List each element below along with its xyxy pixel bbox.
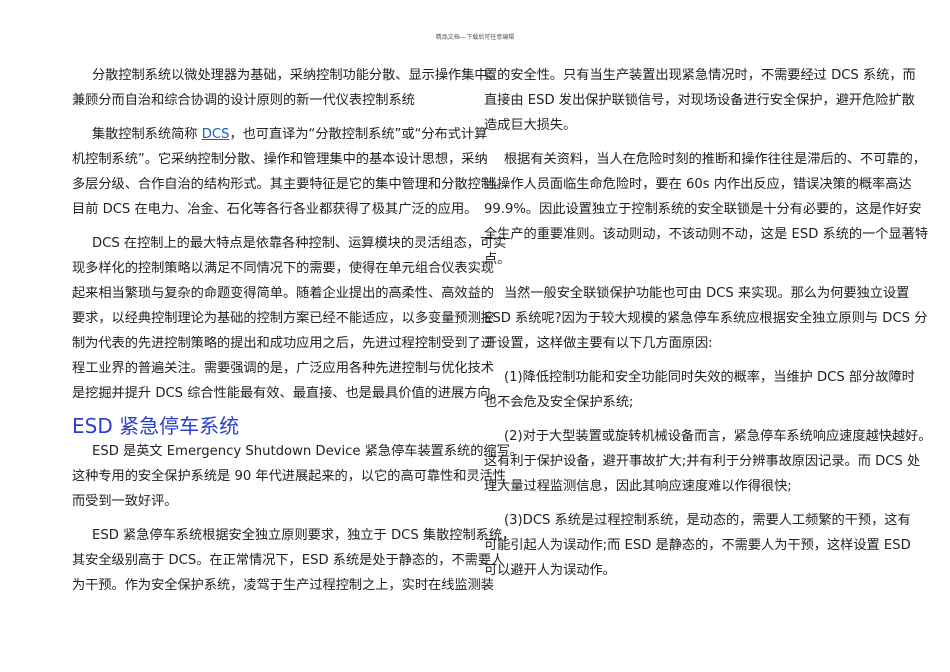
text-line: 程工业界的普遍关注。需要强调的是，广泛应用各种先进控制与优化技术 (72, 361, 494, 376)
text-line: ESD 紧急停车系统根据安全独立原则要求，独立于 DCS 集散控制系统， (92, 528, 516, 543)
text-line: ESD 系统呢?因为于较大规模的紧急停车系统应根据安全独立原则与 DCS 分 (484, 311, 928, 326)
paragraph: DCS 在控制上的最大特点是依靠各种控制、运算模块的灵活组态，可实现多样化的控制… (72, 231, 507, 406)
text-line: 当操作人员面临生命危险时，要在 60s 内作出反应，错误决策的概率高达 (484, 177, 912, 192)
page-header: 精品文档---下载后可任意编辑 (435, 34, 515, 41)
text-line: 要求，以经典控制理论为基础的控制方案已经不能适应，以多变量预测控 (72, 311, 494, 326)
dcs-link[interactable]: DCS (202, 127, 230, 142)
paragraph: 集散控制系统简称 DCS，也可直译为“分散控制系统”或“分布式计算 机控制系统”… (72, 122, 508, 222)
paragraph: (1)降低控制功能和安全功能同时失效的概率，当维护 DCS 部分故障时也不会危及… (484, 365, 915, 415)
text-line: 兼顾分而自治和综合协调的设计原则的新一代仪表控制系统 (72, 93, 415, 108)
text-line: 多层分级、合作自治的结构形式。其主要特征是它的集中管理和分散控制。 (72, 177, 508, 192)
paragraph: (2)对于大型装置或旋转机械设备而言，紧急停车系统响应速度越快越好。这有利于保护… (484, 424, 932, 499)
section-heading: ESD 紧急停车系统 (72, 414, 240, 438)
text-line: 目前 DCS 在电力、冶金、石化等各行各业都获得了极其广泛的应用。 (72, 202, 478, 217)
text-line: 也不会危及安全保护系统; (484, 395, 634, 410)
text-line: (2)对于大型装置或旋转机械设备而言，紧急停车系统响应速度越快越好。 (504, 429, 932, 444)
left-column: 分散控制系统以微处理器为基础，采纳控制功能分散、显示操作集中、兼顾分而自治和综合… (72, 63, 523, 607)
text-line: 可能引起人为误动作;而 ESD 是静态的，不需要人为干预，这样设置 ESD (484, 538, 911, 553)
text-line: 分散控制系统以微处理器为基础，采纳控制功能分散、显示操作集中、 (92, 68, 501, 83)
paragraph: ESD 紧急停车系统根据安全独立原则要求，独立于 DCS 集散控制系统， 其安全级… (72, 523, 516, 598)
text-line: 直接由 ESD 发出保护联锁信号，对现场设备进行安全保护，避开危险扩散 (484, 93, 915, 108)
text-line: 这种专用的安全保护系统是 90 年代进展起来的，以它的高可靠性和灵活性 (72, 469, 506, 484)
paragraph: 当然一般安全联锁保护功能也可由 DCS 来实现。那么为何要独立设置 ESD 系统呢… (484, 281, 928, 356)
text-line: 而受到一致好评。 (72, 494, 178, 509)
right-column: 置的安全性。只有当生产装置出现紧急情况时，不需要经过 DCS 系统，而 直接由 E… (484, 63, 932, 592)
text-line: DCS 在控制上的最大特点是依靠各种控制、运算模块的灵活组态，可实 (92, 236, 507, 251)
text-segment: ，也可直译为“分散控制系统”或“分布式计算 (229, 127, 488, 142)
text-line: 制为代表的先进控制策略的提出和成功应用之后，先进过程控制受到了过 (72, 336, 494, 351)
paragraph: (3)DCS 系统是过程控制系统，是动态的，需要人工频繁的干预，这有可能引起人为… (484, 508, 911, 583)
text-line: 现多样化的控制策略以满足不同情况下的需要，使得在单元组合仪表实现 (72, 261, 494, 276)
text-line: 根据有关资料，当人在危险时刻的推断和操作往往是滞后的、不可靠的， (504, 152, 926, 167)
text-line: (3)DCS 系统是过程控制系统，是动态的，需要人工频繁的干预，这有 (504, 513, 911, 528)
text-line: 99.9%。因此设置独立于控制系统的安全联锁是十分有必要的，这是作好安 (484, 202, 922, 217)
text-line: 可以避开人为误动作。 (484, 563, 616, 578)
text-line: 造成巨大损失。 (484, 118, 577, 133)
text-line: 这有利于保护设备，避开事故扩大;并有利于分辨事故原因记录。而 DCS 处 (484, 454, 921, 469)
text-line: 全生产的重要准则。该动则动，不该动则不动，这是 ESD 系统的一个显著特 (484, 227, 929, 242)
text-line: (1)降低控制功能和安全功能同时失效的概率，当维护 DCS 部分故障时 (504, 370, 915, 385)
text-line: 为干预。作为安全保护系统，凌驾于生产过程控制之上，实时在线监测装 (72, 578, 494, 593)
text-line: 当然一般安全联锁保护功能也可由 DCS 来实现。那么为何要独立设置 (504, 286, 910, 301)
text-line: 集散控制系统简称 DCS，也可直译为“分散控制系统”或“分布式计算 (72, 122, 487, 147)
text-line: 是挖掘并提升 DCS 综合性能最有效、最直接、也是最具价值的进展方向。 (72, 386, 504, 401)
text-line: 其安全级别高于 DCS。在正常情况下，ESD 系统是处于静态的，不需要人 (72, 553, 505, 568)
text-line: 点。 (484, 252, 511, 267)
text-line: 置的安全性。只有当生产装置出现紧急情况时，不需要经过 DCS 系统，而 (484, 68, 916, 83)
text-line: 起来相当繁琐与复杂的命题变得简单。随着企业提出的高柔性、高效益的 (72, 286, 494, 301)
paragraph: 置的安全性。只有当生产装置出现紧急情况时，不需要经过 DCS 系统，而 直接由 E… (484, 63, 916, 138)
paragraph: 根据有关资料，当人在危险时刻的推断和操作往往是滞后的、不可靠的， 当操作人员面临生… (484, 147, 929, 272)
text-line: 开设置，这样做主要有以下几方面原因: (484, 336, 713, 351)
paragraph: ESD 是英文 Emergency Shutdown Device 紧急停车装置… (72, 439, 523, 514)
text-line: 理大量过程监测信息，因此其响应速度难以作得很快; (484, 479, 792, 494)
paragraph: 分散控制系统以微处理器为基础，采纳控制功能分散、显示操作集中、兼顾分而自治和综合… (72, 63, 501, 113)
text-segment: 集散控制系统简称 (92, 127, 202, 142)
text-line: 机控制系统”。它采纳控制分散、操作和管理集中的基本设计思想，采纳 (72, 152, 488, 167)
text-line: ESD 是英文 Emergency Shutdown Device 紧急停车装置… (92, 444, 523, 459)
